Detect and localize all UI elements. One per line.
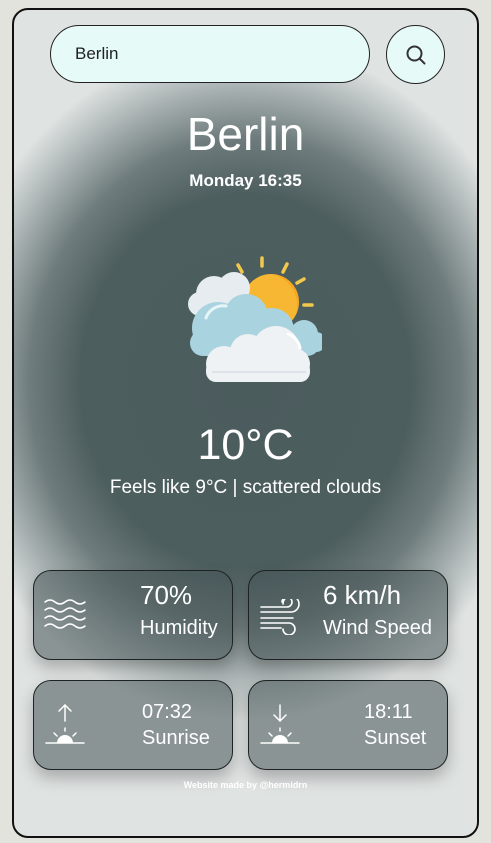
sunrise-time: 07:32 <box>142 701 193 723</box>
wind-icon <box>260 599 300 635</box>
footer-credit: Website made by @hermidrn <box>183 780 308 790</box>
search-icon <box>406 45 425 64</box>
sunset-time: 18:11 <box>364 701 413 723</box>
search-input[interactable] <box>50 25 370 83</box>
weather-description: Feels like 9°C | scattered clouds <box>109 477 382 498</box>
humidity-value: 70% <box>140 580 193 610</box>
sunrise-tile: 07:32 Sunrise <box>33 680 233 770</box>
sunrise-label: Sunrise <box>142 727 210 749</box>
weather-card: Berlin Monday 16:35 <box>12 8 479 838</box>
search-button[interactable] <box>386 25 445 84</box>
sun-behind-clouds-icon <box>188 256 322 382</box>
date-time: Monday 16:35 <box>189 171 302 190</box>
wind-value: 6 km/h <box>323 580 402 610</box>
temperature: 10°C <box>197 421 294 469</box>
city-name: Berlin <box>186 108 305 160</box>
sunset-tile: 18:11 Sunset <box>248 680 448 770</box>
humidity-label: Humidity <box>140 617 218 639</box>
wind-label: Wind Speed <box>323 617 432 639</box>
wind-tile: 6 km/h Wind Speed <box>248 570 448 660</box>
sunrise-icon <box>45 703 85 744</box>
humidity-tile: 70% Humidity <box>33 570 233 660</box>
humidity-waves-icon <box>44 599 86 629</box>
sunset-label: Sunset <box>364 727 427 749</box>
sunset-icon <box>260 704 300 744</box>
